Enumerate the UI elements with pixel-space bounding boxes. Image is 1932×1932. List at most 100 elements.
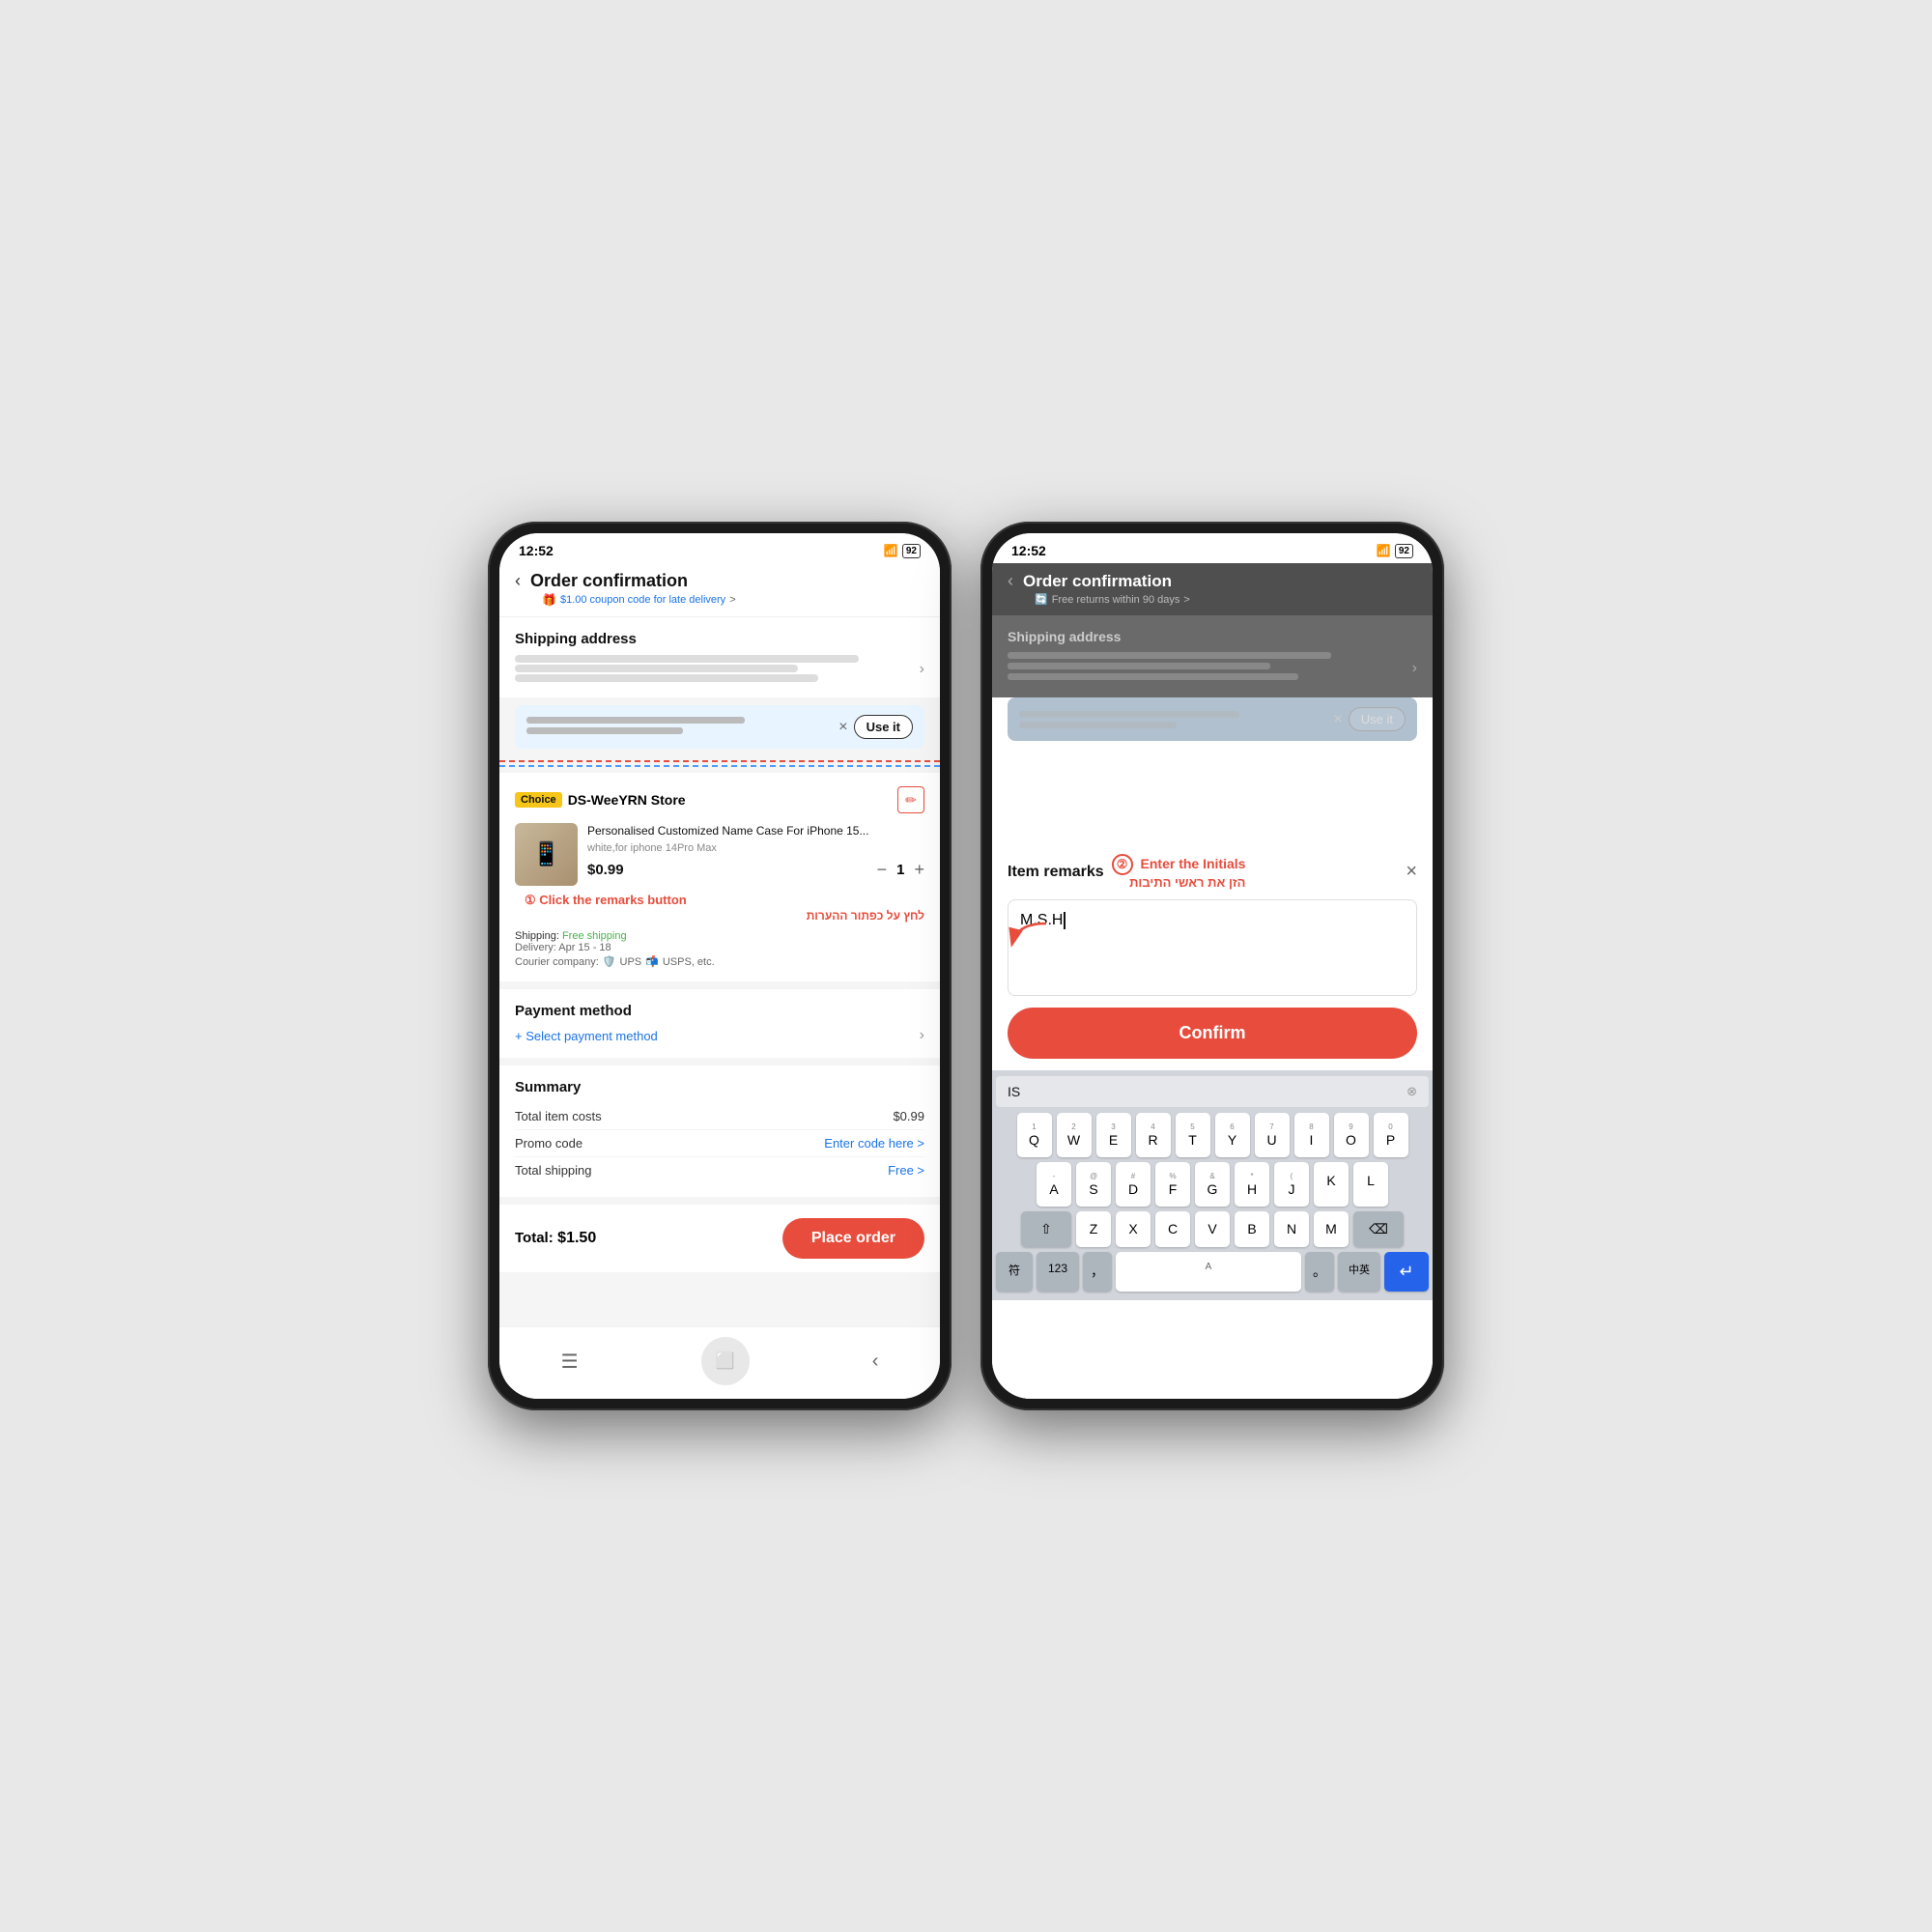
shipping-section-left: Shipping address › xyxy=(499,617,940,697)
key-B[interactable]: B xyxy=(1235,1211,1269,1247)
key-F[interactable]: %F xyxy=(1155,1162,1190,1207)
hamburger-icon[interactable]: ☰ xyxy=(561,1350,579,1374)
key-I[interactable]: 8I xyxy=(1294,1113,1329,1157)
status-time-left: 12:52 xyxy=(519,543,554,558)
key-H[interactable]: *H xyxy=(1235,1162,1269,1207)
shift-key[interactable]: ⇧ xyxy=(1021,1211,1071,1247)
return-key[interactable]: ↵ xyxy=(1384,1252,1429,1292)
payment-chevron[interactable]: › xyxy=(920,1027,924,1044)
key-A[interactable]: -A xyxy=(1037,1162,1071,1207)
modal-annotation: ② Enter the Initials הזן את ראשי התיבות xyxy=(1112,854,1246,890)
header-left: ‹ Order confirmation 🎁 $1.00 coupon code… xyxy=(499,563,940,617)
store-name: DS-WeeYRN Store xyxy=(568,792,686,808)
delete-key[interactable]: ⌫ xyxy=(1353,1211,1404,1247)
annotation-hebrew-1: לחץ על כפתור ההערות xyxy=(525,909,924,923)
qty-decrease[interactable]: − xyxy=(877,860,888,880)
modal-close-button[interactable]: × xyxy=(1406,861,1417,883)
key-fu[interactable]: 符 xyxy=(996,1252,1033,1292)
key-S[interactable]: @S xyxy=(1076,1162,1111,1207)
key-T[interactable]: 5T xyxy=(1176,1113,1210,1157)
shipping-value: Free shipping xyxy=(562,930,627,942)
key-R[interactable]: 4R xyxy=(1136,1113,1171,1157)
coupon-subtitle-left[interactable]: $1.00 coupon code for late delivery xyxy=(560,594,725,606)
key-M[interactable]: M xyxy=(1314,1211,1349,1247)
product-price: $0.99 xyxy=(587,862,624,878)
key-comma[interactable]: ， xyxy=(1083,1252,1112,1292)
total-label: Total: xyxy=(515,1230,554,1246)
annotation-1: ① Click the remarks button לחץ על כפתור … xyxy=(515,892,924,923)
use-it-button-left[interactable]: Use it xyxy=(854,715,913,739)
back-button-right[interactable]: ‹ xyxy=(1008,571,1013,591)
key-D[interactable]: #D xyxy=(1116,1162,1151,1207)
courier-info: Courier company: 🛡️ UPS 📬 USPS, etc. xyxy=(515,955,924,968)
coupon-banner-left: × Use it xyxy=(515,705,924,749)
remarks-textarea[interactable]: M.S.H xyxy=(1008,899,1417,996)
key-C[interactable]: C xyxy=(1155,1211,1190,1247)
key-chinese[interactable]: 中英 xyxy=(1338,1252,1380,1292)
key-K[interactable]: K xyxy=(1314,1162,1349,1207)
remarks-input-container: M.S.H xyxy=(1008,899,1417,996)
key-J[interactable]: (J xyxy=(1274,1162,1309,1207)
status-bar-right: 12:52 📶 92 xyxy=(992,533,1433,563)
dashed-divider-blue xyxy=(499,765,940,767)
status-bar-left: 12:52 📶 92 xyxy=(499,533,940,563)
key-123[interactable]: 123 xyxy=(1037,1252,1079,1292)
coupon-banner-right: × Use it xyxy=(1008,697,1417,741)
key-X[interactable]: X xyxy=(1116,1211,1151,1247)
key-V[interactable]: V xyxy=(1195,1211,1230,1247)
product-row: 📱 Personalised Customized Name Case For … xyxy=(515,823,924,886)
space-key[interactable]: A xyxy=(1116,1252,1301,1292)
qty-value: 1 xyxy=(896,862,904,878)
keyboard-row-bottom: 符 123 ， A 。 中英 ↵ xyxy=(996,1252,1429,1292)
total-bar: Total: $1.50 Place order xyxy=(499,1205,940,1272)
back-nav-icon[interactable]: ‹ xyxy=(872,1350,879,1373)
annotation-badge-2: ② xyxy=(1112,854,1133,875)
key-O[interactable]: 9O xyxy=(1334,1113,1369,1157)
dashed-divider-red xyxy=(499,760,940,762)
annotation-text-1: Click the remarks button xyxy=(536,893,687,907)
coupon-close-left[interactable]: × xyxy=(838,719,847,736)
product-image: 📱 xyxy=(515,823,578,886)
scroll-area-left: Shipping address › xyxy=(499,617,940,1326)
store-section-left: Choice DS-WeeYRN Store ✏ 📱 Personalised … xyxy=(499,773,940,981)
key-Z[interactable]: Z xyxy=(1076,1211,1111,1247)
shipping-title-left: Shipping address xyxy=(515,631,924,647)
key-period[interactable]: 。 xyxy=(1305,1252,1334,1292)
bottom-nav-left: ☰ ⬜ ‹ xyxy=(499,1326,940,1399)
use-it-button-right[interactable]: Use it xyxy=(1349,707,1406,731)
edit-remarks-button[interactable]: ✏ xyxy=(897,786,924,813)
total-amount: $1.50 xyxy=(557,1230,596,1246)
key-N[interactable]: N xyxy=(1274,1211,1309,1247)
key-Y[interactable]: 6Y xyxy=(1215,1113,1250,1157)
summary-section: Summary Total item costs $0.99 Promo cod… xyxy=(499,1065,940,1197)
key-W[interactable]: 2W xyxy=(1057,1113,1092,1157)
address-chevron[interactable]: › xyxy=(920,661,924,678)
back-button-left[interactable]: ‹ xyxy=(515,571,521,591)
annotation-text-2: Enter the Initials xyxy=(1141,856,1246,871)
dimmed-shipping-right: Shipping address › xyxy=(992,615,1433,697)
key-P[interactable]: 0P xyxy=(1374,1113,1408,1157)
page-title-right: Order confirmation xyxy=(1023,572,1172,591)
place-order-button[interactable]: Place order xyxy=(782,1218,924,1259)
arrow-svg xyxy=(998,919,1056,957)
key-G[interactable]: &G xyxy=(1195,1162,1230,1207)
qty-increase[interactable]: + xyxy=(914,860,924,880)
select-payment-link[interactable]: + Select payment method xyxy=(515,1029,658,1043)
key-E[interactable]: 3E xyxy=(1096,1113,1131,1157)
key-Q[interactable]: 1Q xyxy=(1017,1113,1052,1157)
summary-row-0: Total item costs $0.99 xyxy=(515,1103,924,1130)
home-button-left[interactable]: ⬜ xyxy=(701,1337,750,1385)
key-U[interactable]: 7U xyxy=(1255,1113,1290,1157)
status-time-right: 12:52 xyxy=(1011,543,1046,558)
keyboard: IS ⊗ 1Q 2W 3E 4R 5T 6Y 7U 8I 9O 0P xyxy=(992,1070,1433,1300)
annotation-hebrew-2: הזן את ראשי התיבות xyxy=(1112,875,1246,890)
shipping-title-right: Shipping address xyxy=(1008,629,1417,644)
keyboard-row-1: 1Q 2W 3E 4R 5T 6Y 7U 8I 9O 0P xyxy=(996,1113,1429,1157)
delivery-info: Delivery: Apr 15 - 18 xyxy=(515,942,924,953)
keyboard-row-3: ⇧ Z X C V B N M ⌫ xyxy=(996,1211,1429,1247)
text-cursor xyxy=(1064,912,1065,929)
phone-right: 12:52 📶 92 ‹ Order confirmation 🔄 Free r… xyxy=(980,522,1444,1410)
battery-right: 92 xyxy=(1395,544,1413,558)
key-L[interactable]: L xyxy=(1353,1162,1388,1207)
confirm-button[interactable]: Confirm xyxy=(1008,1008,1417,1059)
